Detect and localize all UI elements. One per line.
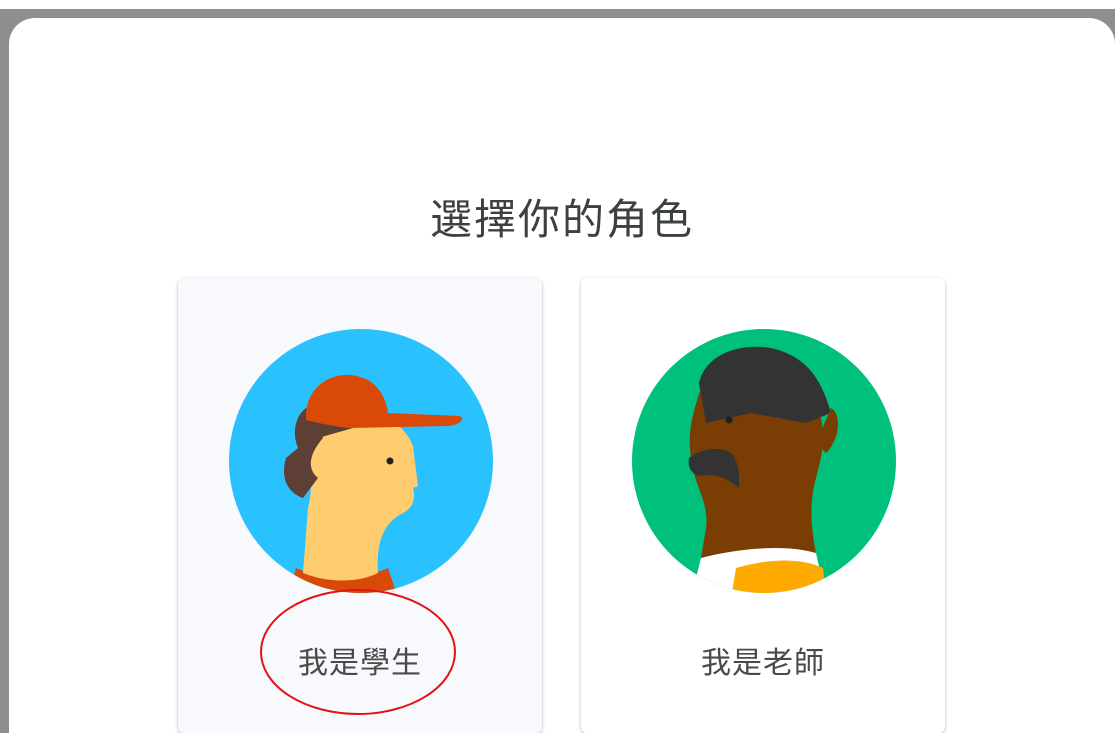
role-selection-dialog: 選擇你的角色 xyxy=(9,18,1115,733)
top-edge xyxy=(0,0,1115,9)
teacher-role-label: 我是老師 xyxy=(701,646,825,681)
dialog-title: 選擇你的角色 xyxy=(429,195,694,244)
student-avatar-icon xyxy=(229,329,493,593)
student-role-label: 我是學生 xyxy=(298,646,422,681)
teacher-avatar-icon xyxy=(632,329,896,593)
student-role-card[interactable]: 我是學生 xyxy=(178,278,542,733)
teacher-role-card[interactable]: 我是老師 xyxy=(581,278,945,733)
